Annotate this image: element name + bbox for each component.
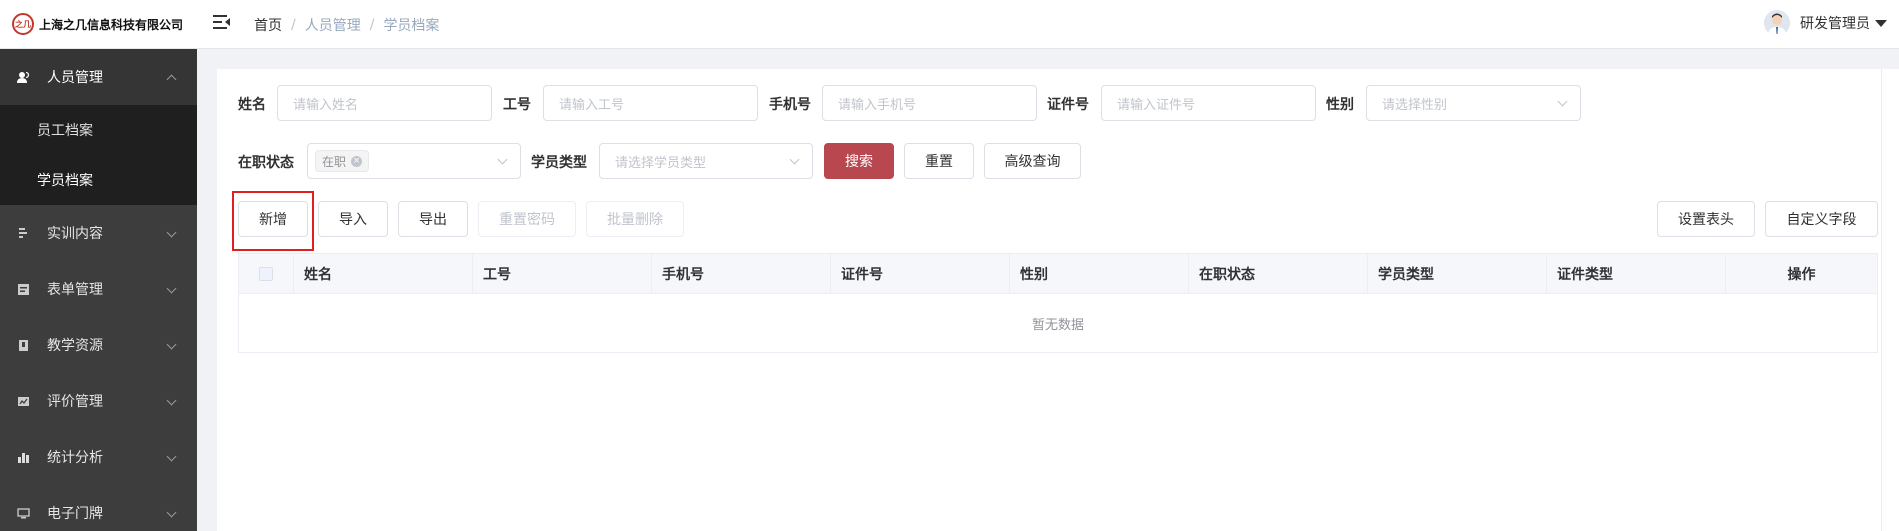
column-header-student-type[interactable]: 学员类型 <box>1368 254 1547 294</box>
table-empty-text: 暂无数据 <box>1031 317 1084 333</box>
table-header: 姓名 工号 手机号 证件号 性别 在职状态 学员类型 证件类型 操作 <box>239 254 1877 294</box>
sidebar-item-label: 人员管理 <box>47 70 103 86</box>
phone-label: 手机号 <box>769 97 811 113</box>
user-menu[interactable]: 研发管理员 <box>1764 10 1887 36</box>
chevron-down-icon <box>166 451 177 462</box>
top-header: 之几 上海之几信息科技有限公司 首页 / 人员管理 / 学员档案 研发管理员 <box>0 0 1899 49</box>
chevron-down-icon <box>497 154 508 165</box>
bar-chart-icon <box>17 451 30 464</box>
job-no-input[interactable]: 请输入工号 <box>543 85 758 121</box>
sidebar-item-label: 表单管理 <box>47 282 103 298</box>
id-number-label: 证件号 <box>1047 97 1089 113</box>
name-label: 姓名 <box>238 97 266 113</box>
column-header-id-type[interactable]: 证件类型 <box>1547 254 1726 294</box>
chevron-down-icon <box>166 227 177 238</box>
set-header-button[interactable]: 设置表头 <box>1657 201 1755 237</box>
student-table: 姓名 工号 手机号 证件号 性别 在职状态 学员类型 证件类型 操作 暂无数据 <box>238 253 1878 353</box>
import-button[interactable]: 导入 <box>318 201 388 237</box>
gender-label: 性别 <box>1326 97 1354 113</box>
logo-mark: 之几 <box>12 13 34 35</box>
select-all-cell <box>239 254 294 294</box>
sidebar-item-label: 统计分析 <box>47 450 103 466</box>
chevron-down-icon <box>166 395 177 406</box>
status-tag-text: 在职 <box>322 154 347 169</box>
people-icon <box>17 71 30 84</box>
student-type-label: 学员类型 <box>531 155 587 171</box>
sidebar-item-statistics[interactable]: 统计分析 <box>0 429 197 485</box>
status-label: 在职状态 <box>238 155 294 171</box>
column-header-id-number[interactable]: 证件号 <box>831 254 1010 294</box>
menu-toggle-icon[interactable] <box>212 13 232 31</box>
submenu-item-staff[interactable]: 员工档案 <box>0 105 197 155</box>
breadcrumb-separator: / <box>291 17 296 33</box>
column-header-actions: 操作 <box>1787 267 1816 283</box>
add-button-highlight <box>232 191 314 251</box>
breadcrumb-separator: / <box>369 17 375 33</box>
sidebar-item-people[interactable]: 人员管理 <box>0 49 197 105</box>
select-all-checkbox[interactable] <box>259 267 273 281</box>
breadcrumb: 首页 / 人员管理 / 学员档案 <box>254 15 439 35</box>
custom-field-button[interactable]: 自定义字段 <box>1765 201 1878 237</box>
student-type-placeholder: 请选择学员类型 <box>615 155 707 171</box>
gender-placeholder: 请选择性别 <box>1382 97 1448 113</box>
resource-icon <box>17 339 30 352</box>
chevron-down-icon <box>789 154 800 165</box>
status-tag: 在职 × <box>315 150 370 172</box>
monitor-icon <box>17 507 30 520</box>
chevron-up-icon <box>166 74 177 85</box>
vertical-scrollbar[interactable] <box>1881 69 1899 531</box>
training-icon <box>17 227 30 240</box>
phone-input[interactable]: 请输入手机号 <box>822 85 1037 121</box>
close-icon[interactable]: × <box>351 155 363 167</box>
avatar[interactable] <box>1764 10 1790 36</box>
sidebar-item-resources[interactable]: 教学资源 <box>0 317 197 373</box>
company-logo[interactable]: 之几 上海之几信息科技有限公司 <box>12 13 183 35</box>
sidebar-item-label: 实训内容 <box>47 226 103 242</box>
sidebar-item-training[interactable]: 实训内容 <box>0 205 197 261</box>
advanced-search-button[interactable]: 高级查询 <box>984 143 1081 179</box>
id-number-input[interactable]: 请输入证件号 <box>1101 85 1316 121</box>
breadcrumb-current: 学员档案 <box>383 18 440 34</box>
sidebar-item-evaluation[interactable]: 评价管理 <box>0 373 197 429</box>
sidebar-item-label: 评价管理 <box>47 394 103 410</box>
evaluation-icon <box>17 395 30 408</box>
chevron-down-icon <box>166 339 177 350</box>
company-name: 上海之几信息科技有限公司 <box>39 17 184 32</box>
reset-button[interactable]: 重置 <box>904 143 974 179</box>
breadcrumb-home[interactable]: 首页 <box>254 15 282 35</box>
sidebar-item-forms[interactable]: 表单管理 <box>0 261 197 317</box>
submenu-item-students[interactable]: 学员档案 <box>0 155 197 205</box>
column-header-gender[interactable]: 性别 <box>1010 254 1189 294</box>
form-icon <box>17 283 30 296</box>
export-button[interactable]: 导出 <box>398 201 468 237</box>
search-button[interactable]: 搜索 <box>824 143 894 179</box>
batch-delete-button[interactable]: 批量删除 <box>586 201 684 237</box>
sidebar-item-label: 教学资源 <box>47 338 103 354</box>
reset-password-button[interactable]: 重置密码 <box>478 201 576 237</box>
chevron-down-icon <box>166 283 177 294</box>
column-header-job-no[interactable]: 工号 <box>473 254 652 294</box>
sidebar: 人员管理 员工档案 学员档案 实训内容 表单管理 教学资源 评价管理 统计分析 … <box>0 49 197 531</box>
column-header-name[interactable]: 姓名 <box>294 254 473 294</box>
student-type-select[interactable]: 请选择学员类型 <box>599 143 813 179</box>
user-name[interactable]: 研发管理员 <box>1800 13 1870 33</box>
sidebar-item-label: 电子门牌 <box>47 506 103 522</box>
job-no-label: 工号 <box>503 97 531 113</box>
name-input[interactable]: 请输入姓名 <box>277 85 492 121</box>
main-content: 姓名 请输入姓名 工号 请输入工号 手机号 请输入手机号 证件号 请输入证件号 … <box>217 69 1899 531</box>
chevron-down-icon <box>1557 96 1568 107</box>
column-header-phone[interactable]: 手机号 <box>652 254 831 294</box>
status-select[interactable]: 在职 × <box>307 143 521 179</box>
chevron-down-icon <box>166 507 177 518</box>
sidebar-item-door-sign[interactable]: 电子门牌 <box>0 485 197 531</box>
caret-down-icon[interactable] <box>1875 19 1887 27</box>
gender-select[interactable]: 请选择性别 <box>1366 85 1581 121</box>
breadcrumb-people[interactable]: 人员管理 <box>305 15 361 35</box>
column-header-status[interactable]: 在职状态 <box>1189 254 1368 294</box>
